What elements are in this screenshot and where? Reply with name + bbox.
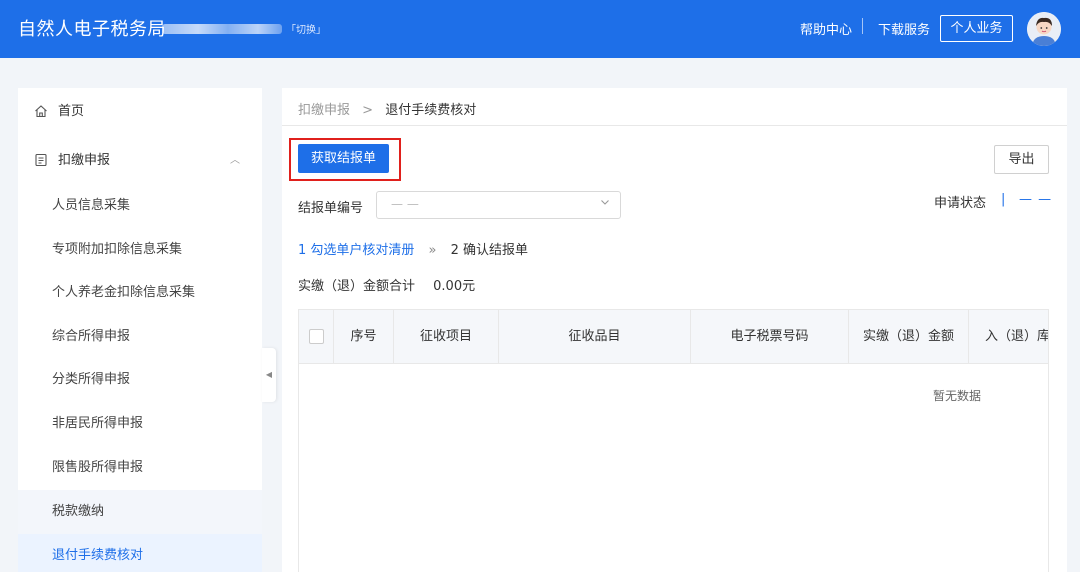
sidebar-item-special-deduction[interactable]: 专项附加扣除信息采集 xyxy=(18,228,262,272)
chevron-up-icon: ︿ xyxy=(230,155,240,166)
empty-state-text: 暂无数据 xyxy=(933,389,982,403)
breadcrumb-parent[interactable]: 扣缴申报 xyxy=(298,103,350,118)
settlement-number-label: 结报单编号 xyxy=(298,201,364,216)
user-avatar[interactable] xyxy=(1027,12,1061,46)
download-service-link[interactable]: 下载服务 xyxy=(878,19,930,38)
breadcrumb-separator: > xyxy=(362,103,374,118)
column-header[interactable]: 实缴（退）金额 xyxy=(849,310,969,364)
sidebar-item-refund-fee-check[interactable]: 退付手续费核对 xyxy=(18,534,262,572)
document-icon xyxy=(35,153,47,167)
status-separator: | xyxy=(1001,192,1006,207)
column-header[interactable]: 征收项目 xyxy=(394,310,499,364)
select-all-cell xyxy=(299,310,334,364)
breadcrumb-divider xyxy=(282,125,1067,126)
fetch-settlement-button[interactable]: 获取结报单 xyxy=(298,144,389,173)
select-all-checkbox[interactable] xyxy=(309,329,324,344)
data-table: 序号 征收项目 征收品目 电子税票号码 实缴（退）金额 入（退）库 暂无数据 xyxy=(298,309,1049,572)
avatar-icon xyxy=(1027,12,1061,46)
table-header: 序号 征收项目 征收品目 电子税票号码 实缴（退）金额 入（退）库 xyxy=(299,310,1048,364)
column-header[interactable]: 入（退）库 xyxy=(969,310,1048,364)
column-header[interactable]: 序号 xyxy=(334,310,394,364)
sidebar-item-pension-deduction[interactable]: 个人养老金扣除信息采集 xyxy=(18,271,262,315)
total-label: 实缴（退）金额合计 xyxy=(298,279,416,294)
status-label: 申请状态 xyxy=(934,196,987,211)
step-indicator: 1 勾选单户核对清册 » 2 确认结报单 xyxy=(298,239,528,258)
select-value: — — xyxy=(391,197,419,211)
sidebar-item-label: 扣缴申报 xyxy=(58,153,111,168)
sidebar-item-home[interactable]: 首页 xyxy=(18,90,262,134)
settlement-number-select[interactable]: — — xyxy=(376,191,621,219)
total-value: 0.00元 xyxy=(433,279,476,294)
sidebar-item-withholding[interactable]: 扣缴申报 ︿ xyxy=(18,139,262,183)
breadcrumb: 扣缴申报 > 退付手续费核对 xyxy=(298,99,476,118)
sidebar-item-tax-payment[interactable]: 税款缴纳 xyxy=(18,490,262,534)
sidebar-item-label: 首页 xyxy=(58,104,85,119)
sidebar: 首页 扣缴申报 ︿ 人员信息采集 专项附加扣除信息采集 个人养老金扣除信息采集 … xyxy=(18,88,262,572)
sidebar-item-restricted-shares[interactable]: 限售股所得申报 xyxy=(18,446,262,490)
sidebar-item-classified-income[interactable]: 分类所得申报 xyxy=(18,358,262,402)
header-divider xyxy=(862,18,863,34)
amount-summary: 实缴（退）金额合计 0.00元 xyxy=(298,275,475,294)
sidebar-collapse-toggle[interactable]: ◀ xyxy=(262,348,276,402)
export-button[interactable]: 导出 xyxy=(994,145,1049,174)
top-header: 自然人电子税务局 「切换」 帮助中心 下载服务 个人业务 xyxy=(0,0,1080,58)
home-icon xyxy=(35,105,47,118)
double-chevron-right-icon: » xyxy=(428,243,437,258)
step-2-tab[interactable]: 2 确认结报单 xyxy=(451,243,528,258)
breadcrumb-current: 退付手续费核对 xyxy=(385,103,477,118)
switch-account-link[interactable]: 「切换」 xyxy=(286,21,326,36)
status-value: — — xyxy=(1019,192,1053,207)
sidebar-item-comprehensive-income[interactable]: 综合所得申报 xyxy=(18,315,262,359)
step-1-tab[interactable]: 1 勾选单户核对清册 xyxy=(298,243,414,258)
blurred-username xyxy=(162,24,282,34)
column-header[interactable]: 电子税票号码 xyxy=(691,310,849,364)
sidebar-item-personnel-info[interactable]: 人员信息采集 xyxy=(18,184,262,228)
brand-title: 自然人电子税务局 xyxy=(18,19,166,40)
column-header[interactable]: 征收品目 xyxy=(499,310,691,364)
help-center-link[interactable]: 帮助中心 xyxy=(800,19,852,38)
main-panel: 扣缴申报 > 退付手续费核对 获取结报单 导出 结报单编号 — — 申请状态 |… xyxy=(282,88,1067,572)
sidebar-item-nonresident-income[interactable]: 非居民所得申报 xyxy=(18,402,262,446)
chevron-down-icon xyxy=(601,200,609,205)
personal-business-button[interactable]: 个人业务 xyxy=(940,15,1013,42)
